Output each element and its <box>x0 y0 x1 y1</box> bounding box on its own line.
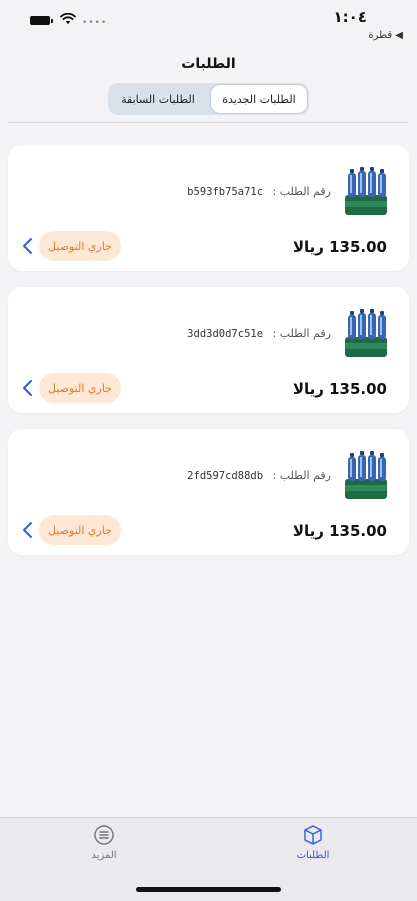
signal-dots-icon: •••• <box>82 18 108 28</box>
order-card[interactable]: رقم الطلب : b593fb75a71c 135.00 ريالا جا… <box>8 145 409 271</box>
status-bar: •••• ١:٠٤ ◀ قطرة <box>0 0 417 50</box>
order-number-label: رقم الطلب : <box>272 327 331 340</box>
order-number-row: رقم الطلب : 2fd597cd88db <box>187 469 331 482</box>
status-badge: جاري التوصيل <box>39 515 121 545</box>
order-id: 2fd597cd88db <box>187 470 264 482</box>
status-badge: جاري التوصيل <box>39 231 121 261</box>
orders-list: رقم الطلب : b593fb75a71c 135.00 ريالا جا… <box>8 145 409 571</box>
order-number-label: رقم الطلب : <box>272 185 331 198</box>
order-card[interactable]: رقم الطلب : 3dd3d0d7c51e 135.00 ريالا جا… <box>8 287 409 413</box>
order-number-label: رقم الطلب : <box>272 469 331 482</box>
water-pack-icon <box>345 167 387 215</box>
status-time: ١:٠٤ <box>333 8 367 26</box>
order-price: 135.00 ريالا <box>292 522 387 540</box>
water-pack-icon <box>345 451 387 499</box>
status-badge: جاري التوصيل <box>39 373 121 403</box>
order-number-row: رقم الطلب : b593fb75a71c <box>187 185 331 198</box>
wifi-icon <box>60 13 76 24</box>
box-icon <box>304 825 322 845</box>
order-price: 135.00 ريالا <box>292 380 387 398</box>
page-title: الطلبات <box>181 56 236 72</box>
back-to-app-link[interactable]: ◀ قطرة <box>368 30 403 41</box>
order-price: 135.00 ريالا <box>292 238 387 256</box>
order-card[interactable]: رقم الطلب : 2fd597cd88db 135.00 ريالا جا… <box>8 429 409 555</box>
tab-more-label: المزيد <box>91 850 117 861</box>
water-pack-icon <box>345 309 387 357</box>
tab-more[interactable]: المزيد <box>64 824 144 874</box>
tab-past-orders[interactable]: الطلبات السابقة <box>110 85 206 113</box>
tab-orders-label: الطلبات <box>296 850 330 861</box>
orders-segmented-control: الطلبات الجديدة الطلبات السابقة <box>108 83 309 115</box>
order-id: b593fb75a71c <box>187 186 264 198</box>
chevron-left-icon[interactable] <box>21 237 35 255</box>
menu-circle-icon <box>94 825 114 845</box>
tab-new-orders[interactable]: الطلبات الجديدة <box>211 85 307 113</box>
divider <box>8 122 409 123</box>
order-id: 3dd3d0d7c51e <box>187 328 264 340</box>
battery-icon <box>30 16 53 25</box>
order-number-row: رقم الطلب : 3dd3d0d7c51e <box>187 327 331 340</box>
home-indicator <box>136 887 281 892</box>
chevron-left-icon[interactable] <box>21 379 35 397</box>
chevron-left-icon[interactable] <box>21 521 35 539</box>
tab-orders[interactable]: الطلبات <box>273 824 353 874</box>
